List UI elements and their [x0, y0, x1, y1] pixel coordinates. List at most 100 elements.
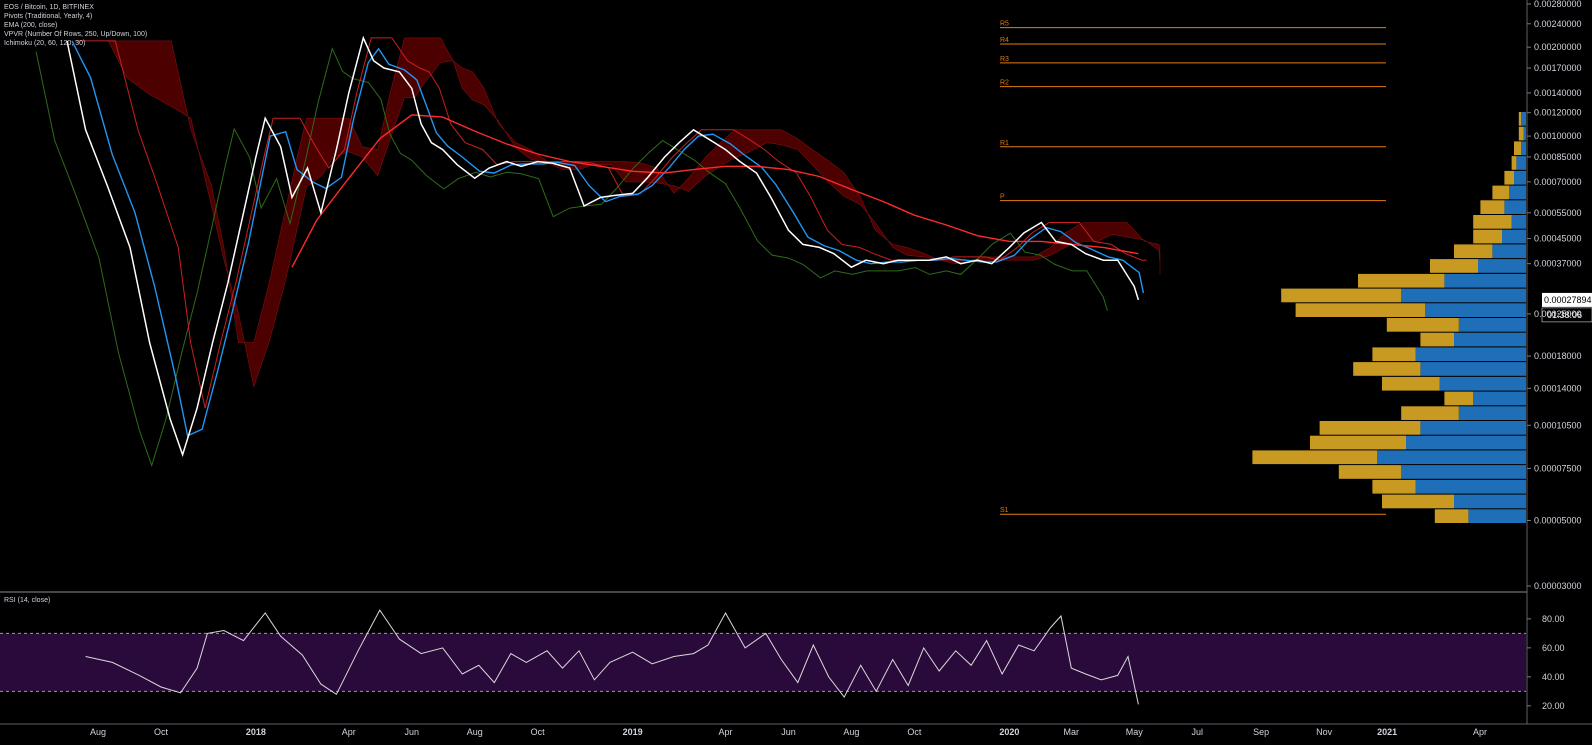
time-axis-label: 2020	[999, 727, 1019, 737]
volume-profile-up-bar	[1521, 141, 1526, 156]
price-chart-svg[interactable]: R5R4R3R2R1PS1 0.0002789401:38:060.002800…	[0, 0, 1592, 740]
price-axis-label: 0.00045000	[1534, 234, 1582, 244]
volume-profile-up-bar	[1454, 332, 1526, 347]
price-axis-label: 0.00120000	[1534, 108, 1582, 118]
volume-profile-down-bar	[1514, 141, 1522, 156]
volume-profile-up-bar	[1521, 112, 1526, 126]
volume-profile-down-bar	[1372, 347, 1416, 362]
time-axis-label: Aug	[467, 727, 483, 737]
volume-profile-up-bar	[1523, 126, 1526, 141]
volume-profile-down-bar	[1511, 156, 1517, 170]
time-axis-label: Sep	[1253, 727, 1269, 737]
volume-profile-up-bar	[1509, 185, 1526, 200]
price-axis-label: 0.00055000	[1534, 208, 1582, 218]
volume-profile-up-bar	[1444, 273, 1526, 288]
volume-profile-down-bar	[1353, 362, 1421, 376]
time-axis-label: Jul	[1191, 727, 1203, 737]
price-axis-label: 0.00003000	[1534, 581, 1582, 591]
price-axis-label: 0.00007500	[1534, 463, 1582, 473]
pivot-label-p: P	[1000, 194, 1005, 201]
volume-profile-down-bar	[1444, 391, 1474, 406]
time-axis-label: Mar	[1064, 727, 1080, 737]
volume-profile-up-bar	[1401, 288, 1526, 303]
legend-ichimoku[interactable]: Ichimoku (20, 60, 120, 30)	[4, 39, 147, 48]
last-price-label: 0.00027894	[1544, 295, 1592, 305]
volume-profile-up-bar	[1516, 156, 1526, 170]
volume-profile-down-bar	[1358, 273, 1445, 288]
legend-symbol[interactable]: EOS / Bitcoin, 1D, BITFINEX	[4, 3, 147, 12]
rsi-axis-label: 80.00	[1542, 614, 1565, 624]
volume-profile-up-bar	[1514, 170, 1526, 185]
rsi-axis-label: 20.00	[1542, 701, 1565, 711]
volume-profile-up-bar	[1502, 229, 1526, 244]
time-axis-label: 2019	[623, 727, 643, 737]
legend-ema[interactable]: EMA (200, close)	[4, 21, 147, 30]
volume-profile-down-bar	[1454, 244, 1493, 259]
time-axis-label: Aug	[90, 727, 106, 737]
volume-profile-up-bar	[1420, 362, 1526, 376]
volume-profile-down-bar	[1434, 509, 1469, 523]
volume-profile-down-bar	[1310, 435, 1406, 450]
volume-profile-up-bar	[1468, 509, 1526, 523]
volume-profile-down-bar	[1473, 215, 1512, 229]
time-axis-label: 2021	[1377, 727, 1397, 737]
volume-profile-down-bar	[1252, 450, 1378, 465]
price-axis-label: 0.00018000	[1534, 351, 1582, 361]
volume-profile-up-bar	[1401, 465, 1526, 479]
rsi-axis-label: 60.00	[1542, 643, 1565, 653]
volume-profile-down-bar	[1295, 303, 1426, 317]
time-axis-label: Oct	[907, 727, 922, 737]
time-axis-label: Apr	[342, 727, 356, 737]
price-axis-label: 0.00140000	[1534, 88, 1582, 98]
price-axis-label: 0.00025000	[1534, 309, 1582, 319]
volume-profile-down-bar	[1338, 465, 1402, 479]
volume-profile-down-bar	[1382, 494, 1454, 509]
volume-profile-up-bar	[1511, 215, 1526, 229]
chart-area[interactable]: R5 R4 R3 R2 R1 P S1 0.00027894 01:38:06 0.002800…	[0, 0, 1592, 740]
price-axis-label: 0.00200000	[1534, 42, 1582, 52]
price-axis-label: 0.00170000	[1534, 63, 1582, 73]
volume-profile-down-bar	[1386, 318, 1459, 332]
volume-profile-up-bar	[1454, 494, 1526, 509]
volume-profile-up-bar	[1473, 391, 1526, 406]
volume-profile-down-bar	[1518, 112, 1522, 126]
volume-profile-up-bar	[1478, 259, 1526, 273]
pivot-label-r1: R1	[1000, 140, 1009, 147]
price-axis-label: 0.00240000	[1534, 19, 1582, 29]
price-axis-label: 0.00070000	[1534, 177, 1582, 187]
price-axis-label: 0.00100000	[1534, 131, 1582, 141]
price-axis-label: 0.00014000	[1534, 383, 1582, 393]
time-axis-label: Apr	[1473, 727, 1487, 737]
volume-profile-up-bar	[1377, 450, 1526, 465]
volume-profile-down-bar	[1430, 259, 1478, 273]
price-axis-label: 0.00085000	[1534, 152, 1582, 162]
time-axis-label: May	[1126, 727, 1144, 737]
volume-profile-down-bar	[1382, 376, 1440, 391]
volume-profile-down-bar	[1372, 479, 1416, 494]
time-axis-label: 2018	[246, 727, 266, 737]
price-axis-label: 0.00037000	[1534, 259, 1582, 269]
volume-profile-down-bar	[1480, 200, 1505, 214]
time-axis-label: Jun	[781, 727, 796, 737]
pivot-label-r4: R4	[1000, 37, 1009, 44]
pivot-label-s1: S1	[1000, 507, 1009, 514]
time-axis-label: Nov	[1316, 727, 1333, 737]
rsi-axis-label: 40.00	[1542, 672, 1565, 682]
volume-profile-down-bar	[1473, 229, 1502, 244]
volume-profile-up-bar	[1439, 376, 1526, 391]
legend-vpvr[interactable]: VPVR (Number Of Rows, 250, Up/Down, 100)	[4, 30, 147, 39]
volume-profile-up-bar	[1415, 479, 1526, 494]
volume-profile-up-bar	[1415, 347, 1526, 362]
volume-profile-up-bar	[1425, 303, 1526, 317]
volume-profile-down-bar	[1420, 332, 1454, 347]
rsi-legend[interactable]: RSI (14, close)	[4, 597, 50, 604]
time-axis-label: Oct	[531, 727, 546, 737]
price-axis-label: 0.00280000	[1534, 0, 1582, 9]
volume-profile-down-bar	[1281, 288, 1402, 303]
indicator-legend: EOS / Bitcoin, 1D, BITFINEX Pivots (Trad…	[4, 3, 147, 48]
pivot-label-r2: R2	[1000, 80, 1009, 87]
rsi-band-fill	[0, 633, 1526, 692]
volume-profile-up-bar	[1458, 318, 1526, 332]
legend-pivots[interactable]: Pivots (Traditional, Yearly, 4)	[4, 12, 147, 21]
time-axis-label: Apr	[719, 727, 733, 737]
